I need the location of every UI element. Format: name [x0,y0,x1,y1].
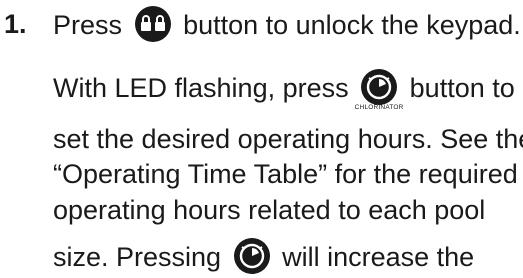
line-1-after: button to unlock the keypad. [183,10,521,41]
line-1: Press button to unlock the keypad. [53,5,521,46]
line-2-after: button to [409,73,515,104]
lock-button-icon [134,5,172,43]
chlorinator-timer-button-icon: CHLORINATOR [355,68,403,111]
line-2: With LED flashing, press CHLORINATOR but… [53,68,515,111]
line-4: “Operating Time Table” for the required [53,159,518,189]
instruction-step: 1. Press button to unlock the keypad. Wi… [0,0,523,274]
line-6-after: will increase the [282,242,475,273]
line-6: size. Pressing will increase the [53,237,475,278]
line-1-before: Press [53,10,123,41]
line-6-before: size. Pressing [53,242,222,273]
chlorinator-caption: CHLORINATOR [354,104,404,111]
step-number: 1. [4,9,27,39]
line-5: operating hours related to each pool [53,195,486,225]
line-2-before: With LED flashing, press [53,73,349,104]
line-3: set the desired operating hours. See the [53,124,523,154]
timer-button-icon [233,237,271,275]
